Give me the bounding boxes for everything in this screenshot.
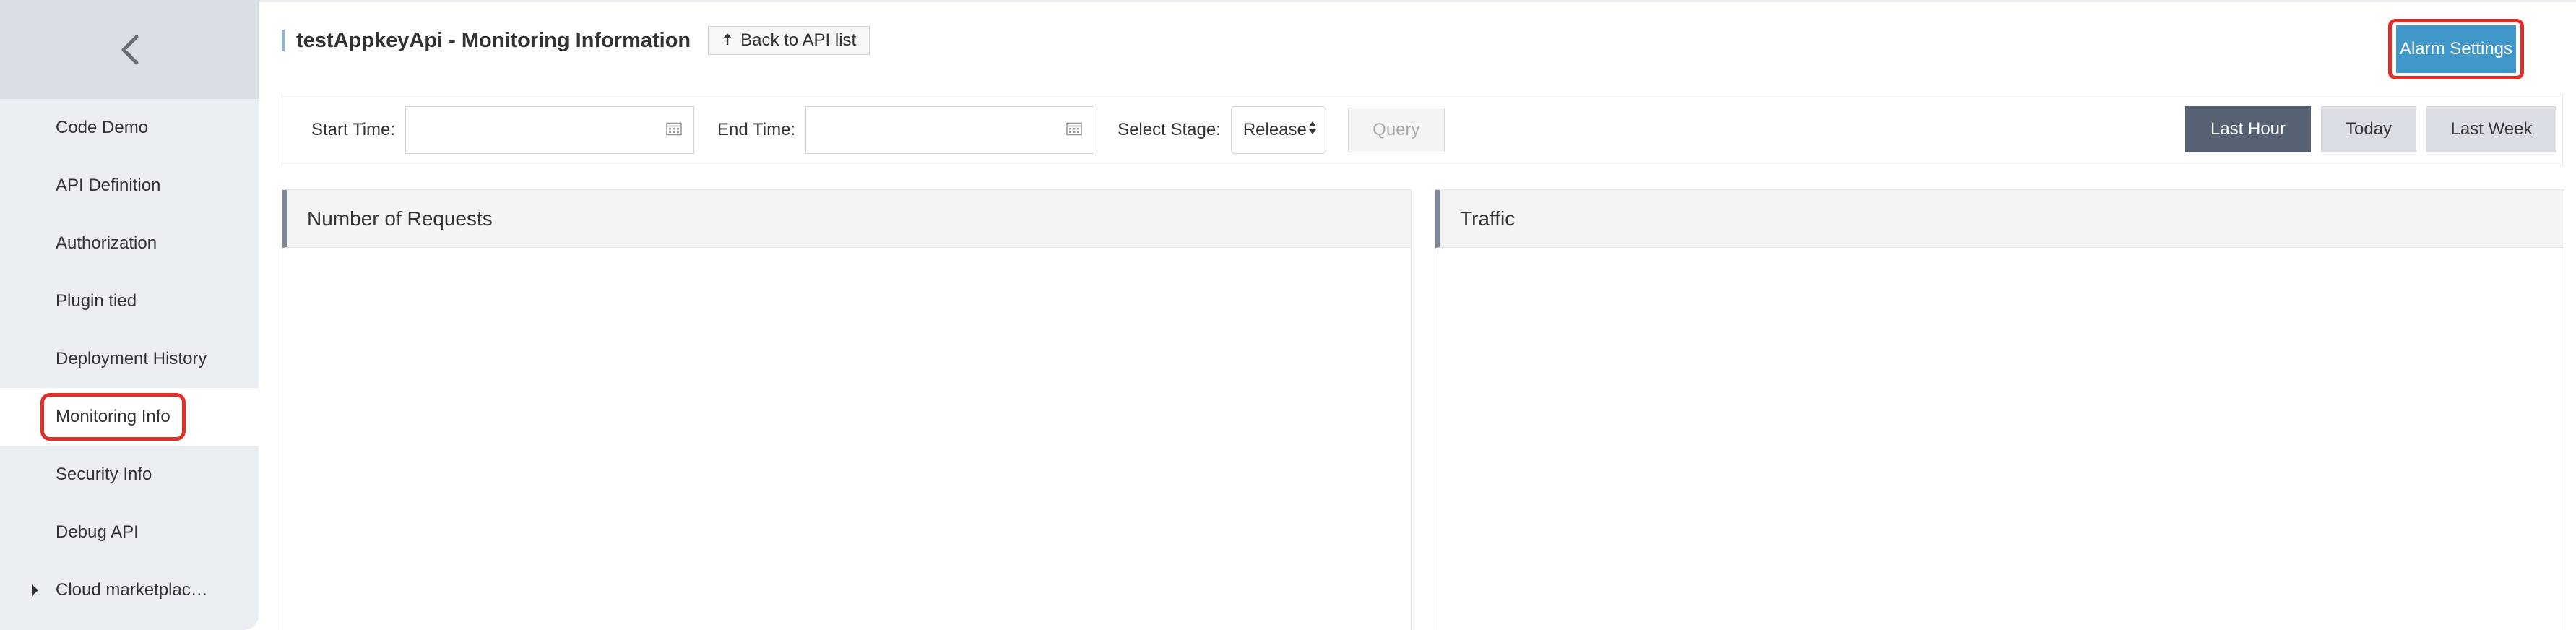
title-accent-bar: [282, 30, 285, 51]
query-button[interactable]: Query: [1347, 108, 1445, 152]
end-time-input[interactable]: [806, 107, 1094, 153]
chevron-left-icon[interactable]: [115, 28, 144, 72]
sidebar-item-label: API Definition: [56, 176, 161, 195]
stage-select[interactable]: Release: [1230, 106, 1326, 154]
requests-panel: Number of Requests: [282, 189, 1412, 630]
top-divider: [259, 0, 2576, 2]
calendar-icon[interactable]: [666, 121, 682, 139]
back-button-label: Back to API list: [740, 30, 857, 50]
stage-select-value: Release: [1242, 120, 1307, 139]
sidebar-item-label: Code Demo: [56, 118, 149, 137]
end-time-picker[interactable]: [805, 106, 1095, 154]
sidebar-item-security-info[interactable]: Security Info: [0, 446, 259, 504]
sidebar-item-label: Deployment History: [56, 349, 207, 368]
requests-panel-title: Number of Requests: [282, 190, 1411, 248]
sidebar-item-label: Plugin tied: [56, 291, 137, 311]
arrow-up-icon: [722, 30, 733, 51]
sidebar-nav: Code Demo API Definition Authorization P…: [0, 99, 259, 619]
last-week-button[interactable]: Last Week: [2426, 106, 2556, 152]
sidebar-item-label: Authorization: [56, 233, 157, 253]
traffic-panel: Traffic: [1435, 189, 2564, 630]
sidebar-header: [0, 0, 259, 99]
back-to-api-list-button[interactable]: Back to API list: [708, 26, 870, 55]
page-title: testAppkeyApi - Monitoring Information: [296, 28, 691, 52]
sidebar-item-code-demo[interactable]: Code Demo: [0, 99, 259, 157]
start-time-input[interactable]: [406, 107, 694, 153]
end-time-label: End Time:: [717, 120, 796, 139]
today-button[interactable]: Today: [2321, 106, 2416, 152]
start-time-picker[interactable]: [405, 106, 695, 154]
sidebar-item-authorization[interactable]: Authorization: [0, 215, 259, 272]
sidebar-item-label: Security Info: [56, 465, 152, 484]
alarm-settings-button[interactable]: Alarm Settings: [2396, 25, 2516, 73]
start-time-label: Start Time:: [311, 120, 396, 139]
caret-right-icon: [32, 584, 38, 596]
select-stage-label: Select Stage:: [1118, 120, 1221, 139]
filter-bar: Start Time: End Time: Select Stage: Rele…: [282, 95, 2563, 165]
main-content: testAppkeyApi - Monitoring Information B…: [259, 0, 2576, 630]
alarm-settings-highlight: Alarm Settings: [2388, 19, 2524, 79]
sidebar-item-label: Debug API: [56, 522, 139, 542]
sidebar-item-label: Monitoring Info: [40, 393, 186, 441]
sidebar-item-debug-api[interactable]: Debug API: [0, 504, 259, 561]
sidebar: Code Demo API Definition Authorization P…: [0, 0, 259, 630]
traffic-panel-title: Traffic: [1435, 190, 2564, 248]
page-header: testAppkeyApi - Monitoring Information B…: [282, 26, 870, 55]
time-range-group: Last Hour Today Last Week: [2185, 106, 2556, 152]
sidebar-item-monitoring-info[interactable]: Monitoring Info: [0, 388, 259, 446]
sidebar-item-label: Cloud marketplac…: [56, 580, 208, 600]
last-hour-button[interactable]: Last Hour: [2185, 106, 2311, 152]
calendar-icon[interactable]: [1066, 121, 1082, 139]
sidebar-item-plugin-tied[interactable]: Plugin tied: [0, 272, 259, 330]
sidebar-item-api-definition[interactable]: API Definition: [0, 157, 259, 215]
sidebar-item-cloud-marketplace[interactable]: Cloud marketplac…: [0, 561, 259, 619]
sidebar-item-deployment-history[interactable]: Deployment History: [0, 330, 259, 388]
sort-arrows-icon: [1308, 120, 1317, 141]
